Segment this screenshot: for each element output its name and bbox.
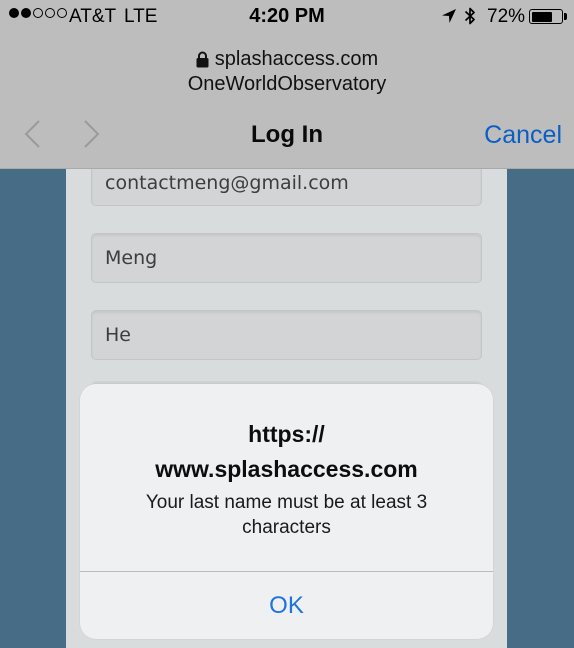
alert-title-line1: https:// xyxy=(248,421,325,447)
cancel-button[interactable]: Cancel xyxy=(484,121,562,150)
last-name-field[interactable]: He xyxy=(91,310,482,360)
bluetooth-icon xyxy=(464,7,475,25)
alert-dialog: https:// www.splashaccess.com Your last … xyxy=(80,384,493,639)
lock-icon xyxy=(196,51,209,68)
alert-title: https:// www.splashaccess.com xyxy=(80,417,493,487)
address-bar[interactable]: splashaccess.com xyxy=(0,48,574,71)
location-arrow-icon xyxy=(442,9,456,23)
alert-message: Your last name must be at least 3 charac… xyxy=(110,490,463,540)
ok-button[interactable]: OK xyxy=(80,572,493,639)
first-name-field[interactable]: Meng xyxy=(91,233,482,283)
alert-title-line2: www.splashaccess.com xyxy=(155,456,418,482)
battery-percentage: 72% xyxy=(487,6,526,27)
browser-chrome: AT&T LTE 4:20 PM 72% splashaccess.com On… xyxy=(0,0,574,169)
status-bar: AT&T LTE 4:20 PM 72% xyxy=(0,0,574,34)
alert-message-line2: characters xyxy=(242,517,331,538)
url-text: splashaccess.com xyxy=(214,48,379,70)
alert-message-line1: Your last name must be at least 3 xyxy=(145,492,428,513)
site-name: OneWorldObservatory xyxy=(187,73,387,95)
navigation-bar: Log In Cancel xyxy=(0,112,574,158)
battery-icon xyxy=(529,9,563,24)
